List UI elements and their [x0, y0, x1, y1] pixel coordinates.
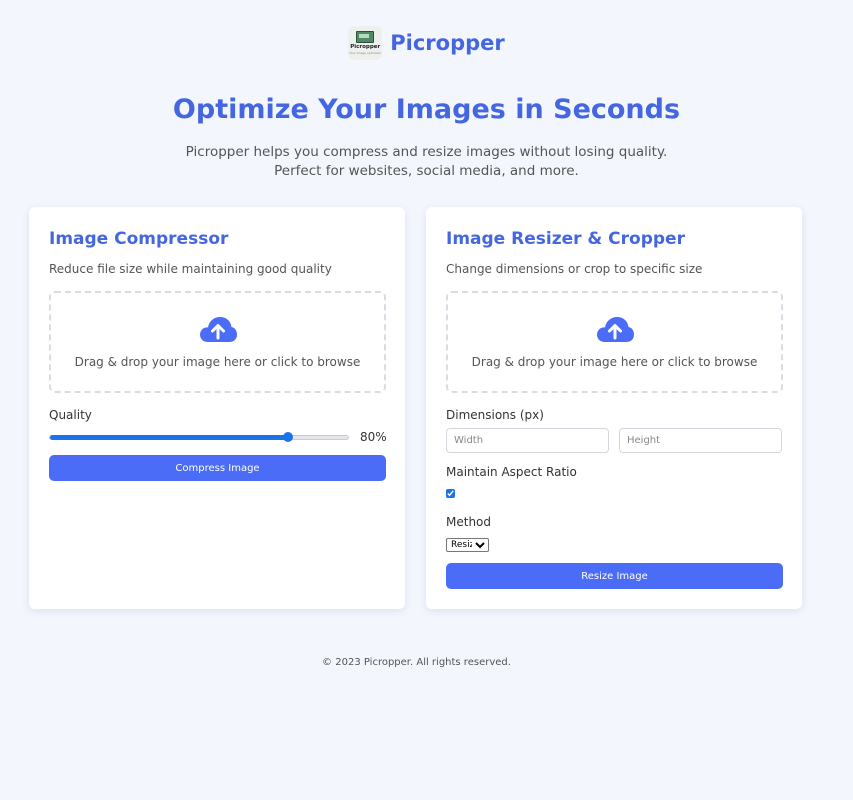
quality-slider-thumb[interactable]: [283, 432, 293, 442]
quality-slider-fill: [50, 435, 288, 440]
resizer-dropzone[interactable]: Drag & drop your image here or click to …: [446, 291, 783, 393]
brand-name[interactable]: Picropper: [390, 31, 505, 55]
hero-subtitle-line-2: Perfect for websites, social media, and …: [274, 163, 579, 179]
compressor-card: Image Compressor Reduce file size while …: [29, 207, 405, 609]
compressor-title: Image Compressor: [49, 229, 229, 249]
height-input[interactable]: [619, 428, 782, 453]
compressor-dropzone[interactable]: Drag & drop your image here or click to …: [49, 291, 386, 393]
compressor-description: Reduce file size while maintaining good …: [49, 262, 332, 276]
compress-image-button[interactable]: Compress Image: [49, 455, 386, 481]
quality-slider[interactable]: [49, 432, 349, 442]
resizer-title: Image Resizer & Cropper: [446, 229, 685, 249]
resizer-description: Change dimensions or crop to specific si…: [446, 262, 703, 276]
compressor-dropzone-text: Drag & drop your image here or click to …: [74, 355, 361, 369]
footer-copyright: © 2023 Picropper. All rights reserved.: [322, 657, 511, 668]
cloud-upload-icon: [596, 317, 634, 342]
method-label: Method: [446, 515, 492, 529]
aspect-ratio-label: Maintain Aspect Ratio: [446, 465, 577, 479]
resizer-dropzone-text: Drag & drop your image here or click to …: [471, 355, 758, 369]
resize-image-button[interactable]: Resize Image: [446, 563, 783, 589]
method-select[interactable]: Resize: [446, 538, 489, 552]
dimensions-label: Dimensions (px): [446, 408, 544, 422]
logo-text: Picropper: [350, 44, 381, 51]
hero-subtitle-line-1: Picropper helps you compress and resize …: [185, 144, 668, 160]
hero-title: Optimize Your Images in Seconds: [172, 94, 681, 125]
logo[interactable]: Picropper Your image optimizer: [348, 26, 383, 60]
aspect-ratio-checkbox[interactable]: [446, 489, 455, 498]
logo-subtext: Your image optimizer: [349, 50, 382, 55]
width-input[interactable]: [446, 428, 609, 453]
quality-value: 80%: [360, 430, 387, 444]
cloud-upload-icon: [199, 317, 237, 342]
hero-subtitle: Picropper helps you compress and resize …: [0, 143, 853, 181]
resizer-card: Image Resizer & Cropper Change dimension…: [426, 207, 802, 609]
quality-label: Quality: [49, 408, 92, 422]
logo-image-icon: [356, 31, 375, 44]
site-header: Picropper Your image optimizer Picropper: [0, 26, 853, 60]
